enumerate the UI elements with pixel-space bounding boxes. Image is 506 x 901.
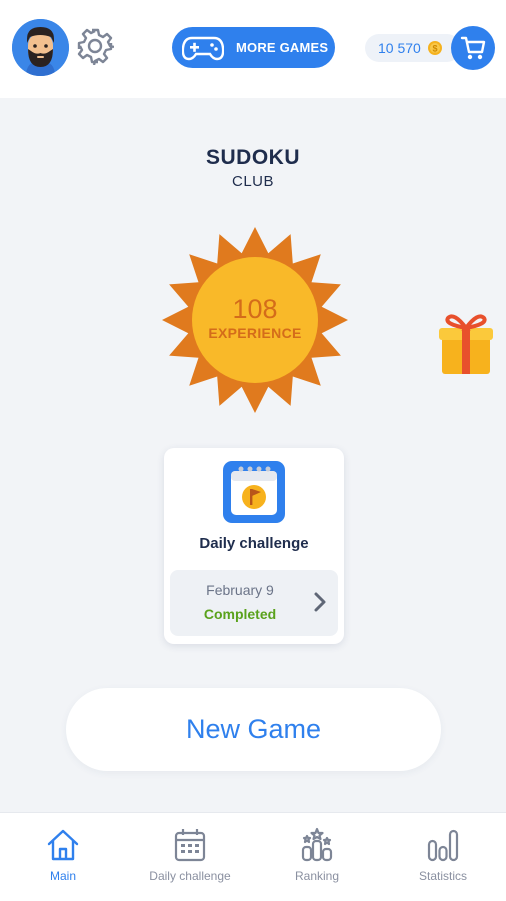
daily-challenge-title: Daily challenge	[199, 535, 309, 552]
new-game-button[interactable]: New Game	[66, 688, 441, 771]
nav-label-daily-challenge: Daily challenge	[149, 869, 231, 883]
nav-item-ranking[interactable]: Ranking	[254, 813, 380, 901]
more-games-label: MORE GAMES	[236, 40, 329, 55]
gear-icon[interactable]	[76, 27, 115, 66]
daily-challenge-date: February 9	[206, 582, 274, 598]
nav-item-main[interactable]: Main	[0, 813, 126, 901]
daily-challenge-status-box[interactable]: February 9 Completed	[170, 570, 338, 636]
daily-challenge-status: Completed	[203, 606, 277, 622]
experience-label: EXPERIENCE	[208, 325, 302, 341]
home-icon	[47, 829, 79, 861]
avatar[interactable]	[12, 19, 69, 76]
more-games-button[interactable]: MORE GAMES	[172, 27, 335, 68]
app-subtitle: CLUB	[231, 173, 274, 190]
calendar-icon	[174, 829, 206, 862]
app-title: SUDOKU	[205, 146, 300, 169]
gamepad-icon	[182, 36, 224, 60]
calendar-flag-icon	[223, 461, 285, 523]
bottom-nav: Main Daily challenge Ranking Statistics	[0, 812, 506, 901]
nav-item-daily-challenge[interactable]: Daily challenge	[126, 813, 254, 901]
gift-icon[interactable]	[438, 308, 494, 376]
nav-item-statistics[interactable]: Statistics	[380, 813, 506, 901]
cart-icon	[460, 36, 486, 60]
nav-label-main: Main	[49, 869, 76, 883]
experience-value: 108	[232, 294, 278, 324]
coin-icon: $	[427, 41, 442, 55]
cart-button[interactable]	[451, 26, 495, 70]
ranking-icon	[301, 827, 333, 862]
coin-count: 10 570	[378, 40, 421, 56]
daily-challenge-card[interactable]: Daily challenge February 9 Completed	[164, 448, 344, 644]
top-bar: MORE GAMES 10 570 $	[0, 0, 506, 98]
statistics-icon	[427, 829, 459, 862]
chevron-right-icon[interactable]	[310, 590, 330, 614]
svg-text:$: $	[432, 44, 437, 54]
nav-label-ranking: Ranking	[294, 869, 340, 883]
coin-balance: 10 570 $	[365, 34, 461, 62]
nav-label-statistics: Statistics	[418, 869, 467, 883]
